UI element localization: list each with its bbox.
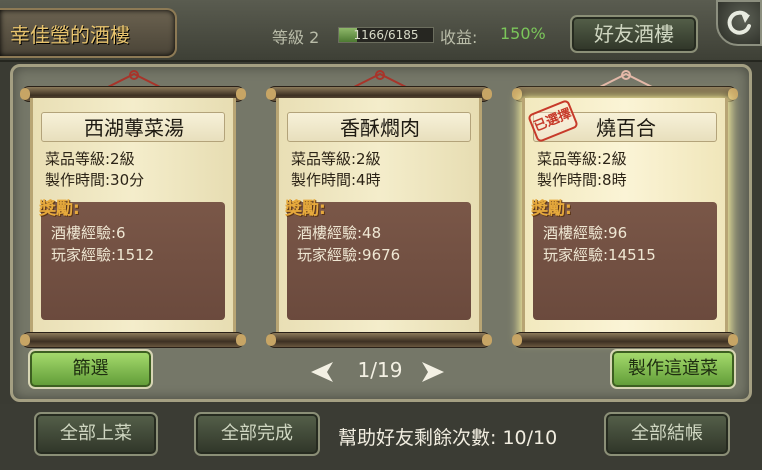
level-label: 等級 2 [272,28,320,47]
filter-button[interactable]: 篩選 [28,349,153,389]
dish-card-selected[interactable]: 燒百合 菜品等級:2級 製作時間:8時 獎勵: 酒樓經驗:96 玩家經驗:145… [512,70,738,348]
dish-time: 製作時間:8時 [537,171,627,189]
restaurant-xp: 酒樓經驗:6 [51,224,126,242]
income-value: 150% [500,24,546,43]
scroll-paper: 西湖蓴菜湯 菜品等級:2級 製作時間:30分 獎勵: 酒樓經驗:6 玩家經驗:1… [30,98,236,338]
dish-card[interactable]: 香酥燜肉 菜品等級:2級 製作時間:4時 獎勵: 酒樓經驗:48 玩家經驗:96… [266,70,492,348]
dish-card[interactable]: 西湖蓴菜湯 菜品等級:2級 製作時間:30分 獎勵: 酒樓經驗:6 玩家經驗:1… [20,70,246,348]
dish-time: 製作時間:4時 [291,171,381,189]
income-label: 收益: [440,28,478,47]
player-xp: 玩家經驗:1512 [51,246,155,264]
restaurant-title: 幸佳瑩的酒樓 [10,23,130,47]
dish-name-plate: 西湖蓴菜湯 [41,112,225,142]
xp-bar: 1166/6185 [338,27,434,43]
make-dish-button[interactable]: 製作這道菜 [610,349,736,389]
serve-all-button[interactable]: 全部上菜 [34,412,158,456]
friends-restaurant-button[interactable]: 好友酒樓 [570,15,698,53]
reward-title: 獎勵: [285,199,326,219]
checkout-all-button[interactable]: 全部結帳 [604,412,730,456]
dish-level: 菜品等級:2級 [537,150,627,168]
page-indicator: 1/19 [357,358,403,382]
dish-level: 菜品等級:2級 [45,150,135,168]
dish-time: 製作時間:30分 [45,171,145,189]
next-page-arrow-icon[interactable] [418,360,448,384]
scroll-paper: 香酥燜肉 菜品等級:2級 製作時間:4時 獎勵: 酒樓經驗:48 玩家經驗:96… [276,98,482,338]
finish-all-button[interactable]: 全部完成 [194,412,320,456]
back-button[interactable] [716,0,762,46]
restaurant-xp: 酒樓經驗:96 [543,224,628,242]
player-xp: 玩家經驗:9676 [297,246,401,264]
xp-text: 1166/6185 [353,28,419,42]
dish-level: 菜品等級:2級 [291,150,381,168]
scroll-rod-bottom [512,332,738,348]
dish-name-plate: 香酥燜肉 [287,112,471,142]
prev-page-arrow-icon[interactable] [307,360,337,384]
dish-name: 香酥燜肉 [340,116,420,140]
reward-title: 獎勵: [531,199,572,219]
restaurant-xp: 酒樓經驗:48 [297,224,382,242]
scroll-paper: 燒百合 菜品等級:2級 製作時間:8時 獎勵: 酒樓經驗:96 玩家經驗:145… [522,98,728,338]
help-friends-remaining: 幫助好友剩餘次數: 10/10 [338,427,558,449]
scroll-rod-bottom [266,332,492,348]
scroll-rod-bottom [20,332,246,348]
dish-name: 西湖蓴菜湯 [84,116,184,140]
player-xp: 玩家經驗:14515 [543,246,656,264]
back-arrow-icon [727,10,751,35]
reward-title: 獎勵: [39,199,80,219]
